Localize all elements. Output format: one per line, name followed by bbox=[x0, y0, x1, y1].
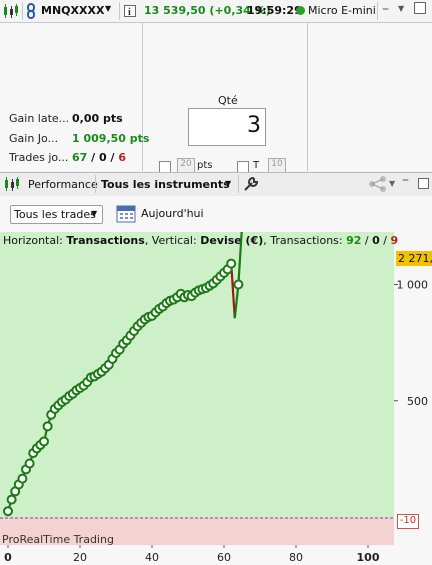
calendar-icon[interactable] bbox=[116, 203, 136, 223]
latent-gain-value: 0,00 pts bbox=[72, 112, 123, 125]
info-icon[interactable]: i bbox=[124, 5, 136, 17]
latent-gain-label: Gain late... bbox=[9, 112, 70, 125]
losing-trades-count: 6 bbox=[118, 151, 127, 164]
market-open-icon bbox=[296, 6, 305, 15]
clock-time: 19:59:29 bbox=[247, 4, 302, 17]
maximize-icon[interactable] bbox=[418, 178, 429, 189]
quantity-input[interactable]: 3 bbox=[188, 108, 266, 146]
date-range-label[interactable]: Aujourd'hui bbox=[141, 207, 204, 220]
trading-stats-panel bbox=[0, 23, 142, 171]
x-tick-label: 60 bbox=[217, 551, 231, 564]
day-trades-value: 67 / 0 / 6 bbox=[72, 151, 126, 164]
day-trades-label: Trades jo... bbox=[9, 151, 69, 164]
divider bbox=[307, 23, 308, 171]
watermark: ProRealTime Trading bbox=[2, 533, 114, 546]
top-bar: MNQXXXX ▼ i 13 539,50 (+0,34 %) 19:59:29… bbox=[0, 0, 432, 23]
instrument-symbol[interactable]: MNQXXXX bbox=[41, 4, 104, 17]
winning-trades-count: 67 bbox=[72, 151, 88, 164]
trade-point bbox=[226, 258, 237, 269]
link-icon[interactable] bbox=[26, 3, 36, 19]
equity-segment bbox=[233, 284, 240, 319]
candlestick-icon[interactable] bbox=[3, 177, 21, 191]
instrument-name: Micro E-mini N bbox=[308, 4, 376, 17]
trade-point bbox=[3, 506, 13, 517]
divider bbox=[377, 2, 378, 20]
last-value-badge: 2 271,5 bbox=[396, 251, 432, 266]
share-icon[interactable] bbox=[368, 176, 388, 192]
separator: / bbox=[110, 151, 115, 164]
x-tick-label: 20 bbox=[73, 551, 87, 564]
divider bbox=[119, 2, 120, 20]
maximize-icon[interactable] bbox=[414, 2, 426, 14]
day-gain-label: Gain Jo... bbox=[9, 132, 59, 145]
y-tick-label: 500 bbox=[407, 395, 428, 408]
trades-filter-label: Tous les trades bbox=[14, 208, 96, 221]
y-tick-label: 1 000 bbox=[397, 279, 429, 292]
divider bbox=[238, 175, 239, 193]
x-tick-label: 0 bbox=[4, 551, 12, 564]
performance-tab[interactable]: Performance bbox=[28, 178, 98, 191]
x-tick-label: 100 bbox=[357, 551, 380, 564]
x-tick-label: 80 bbox=[289, 551, 303, 564]
trades-filter-dropdown[interactable]: Tous les trades ▼ bbox=[10, 205, 103, 224]
chevron-down-icon[interactable]: ▼ bbox=[105, 4, 111, 13]
minimize-icon[interactable]: – bbox=[382, 1, 389, 17]
quantity-value[interactable]: 3 bbox=[247, 113, 261, 138]
quantity-label: Qté bbox=[218, 94, 238, 107]
equity-chart[interactable]: 5001 0001 5002 000020406080100 bbox=[0, 232, 432, 565]
x-tick-label: 40 bbox=[145, 551, 159, 564]
trade-point bbox=[17, 473, 28, 484]
divider bbox=[95, 175, 96, 193]
chevron-down-icon[interactable]: ▼ bbox=[225, 179, 231, 188]
instruments-dropdown[interactable]: Tous les instruments bbox=[101, 178, 230, 191]
chevron-down-icon[interactable]: ▼ bbox=[398, 4, 404, 13]
divider bbox=[22, 2, 23, 20]
target-input[interactable]: 10 bbox=[268, 158, 286, 173]
day-gain-value: 1 009,50 pts bbox=[72, 132, 150, 145]
candlestick-icon[interactable] bbox=[2, 4, 20, 18]
last-value-text: 2 271,5 bbox=[398, 252, 432, 265]
stop-pts-input[interactable]: 20 bbox=[177, 158, 195, 173]
wrench-icon[interactable] bbox=[244, 177, 258, 191]
minimize-icon[interactable]: – bbox=[402, 172, 409, 188]
equity-segment bbox=[237, 232, 243, 285]
separator: / bbox=[91, 151, 96, 164]
even-trades-count: 0 bbox=[99, 151, 107, 164]
stop-pts-unit: pts bbox=[197, 160, 213, 171]
svg-text:i: i bbox=[128, 7, 131, 17]
zero-line-badge: -10 bbox=[397, 514, 419, 529]
trade-point bbox=[233, 279, 244, 290]
trade-point bbox=[24, 458, 35, 469]
chevron-down-icon[interactable]: ▼ bbox=[389, 179, 395, 188]
trade-point bbox=[39, 436, 49, 447]
divider bbox=[142, 23, 143, 171]
performance-toolbar: Performance Tous les instruments ▼ ▼ – bbox=[0, 172, 432, 197]
trade-point bbox=[42, 421, 53, 432]
order-buttons-panel bbox=[308, 23, 432, 171]
chevron-down-icon: ▼ bbox=[91, 209, 98, 218]
trade-point bbox=[6, 494, 17, 505]
target-label: T bbox=[253, 160, 260, 171]
